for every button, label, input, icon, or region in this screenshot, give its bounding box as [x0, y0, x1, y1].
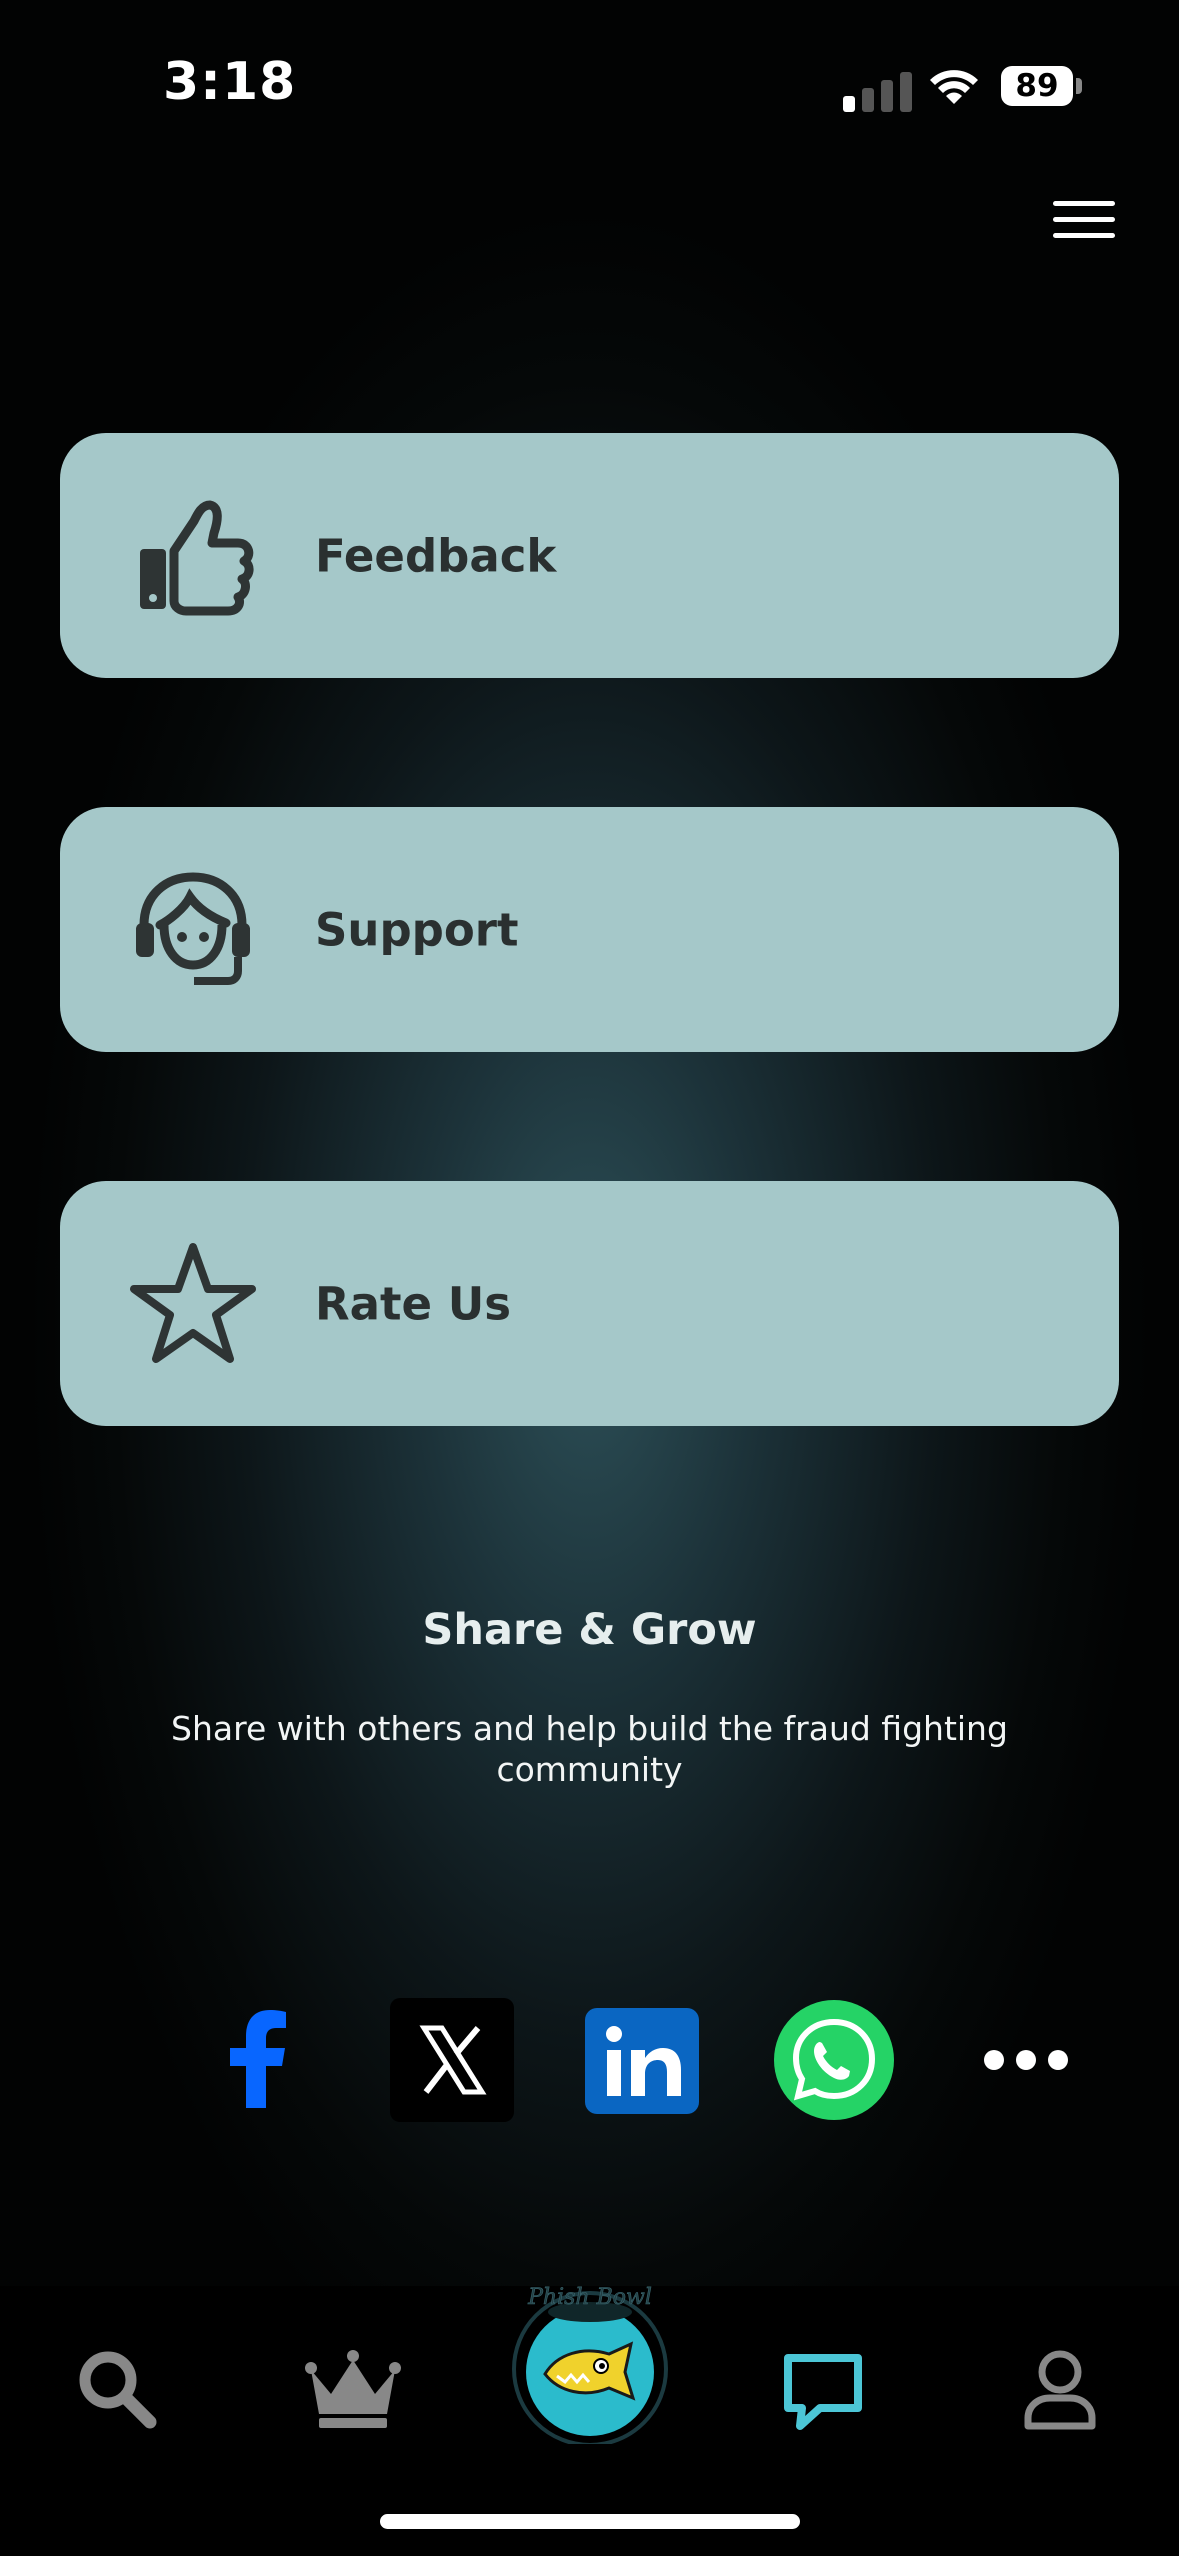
status-icons: 89	[843, 60, 1083, 112]
chat-bubble-icon	[784, 2354, 862, 2430]
nav-search[interactable]	[72, 2344, 162, 2434]
x-share-button[interactable]	[390, 1998, 514, 2122]
linkedin-share-button[interactable]	[583, 1998, 707, 2122]
hamburger-menu-icon[interactable]	[1053, 196, 1119, 244]
app-screen: 3:18 89 Feedback Support Rate Us Share &…	[0, 0, 1179, 2556]
search-icon	[79, 2351, 157, 2429]
feedback-label: Feedback	[315, 529, 557, 582]
crown-icon	[305, 2350, 401, 2428]
x-icon	[390, 1998, 514, 2122]
battery-level: 89	[1001, 66, 1073, 106]
rate-us-label: Rate Us	[315, 1277, 512, 1330]
nav-home-logo[interactable]: Phish Bowl	[505, 2274, 675, 2447]
headset-agent-icon	[136, 871, 250, 985]
nav-chat[interactable]	[778, 2344, 868, 2434]
logo-text: Phish Bowl	[527, 2285, 652, 2310]
support-label: Support	[315, 903, 519, 956]
nav-profile[interactable]	[1016, 2344, 1106, 2434]
whatsapp-icon	[774, 2000, 894, 2120]
support-button[interactable]: Support	[60, 807, 1119, 1052]
feedback-button[interactable]: Feedback	[60, 433, 1119, 678]
star-icon	[130, 1242, 256, 1363]
home-indicator[interactable]	[380, 2514, 800, 2529]
share-subtitle: Share with others and help build the fra…	[171, 1709, 1008, 1789]
facebook-share-button[interactable]	[196, 1998, 320, 2122]
more-share-button[interactable]	[966, 1998, 1090, 2122]
share-title: Share & Grow	[422, 1605, 757, 1655]
facebook-icon	[230, 2010, 286, 2108]
status-time: 3:18	[163, 52, 297, 112]
linkedin-icon	[585, 2008, 699, 2114]
nav-leaderboard[interactable]	[305, 2344, 401, 2434]
profile-icon	[1024, 2350, 1096, 2430]
whatsapp-share-button[interactable]	[772, 1998, 896, 2122]
phish-bowl-logo-icon: Phish Bowl	[512, 2285, 668, 2447]
battery-tip	[1076, 78, 1082, 94]
wifi-icon	[930, 70, 978, 104]
thumbs-up-icon	[140, 500, 254, 615]
more-dots-icon	[984, 2050, 1068, 2070]
rate-us-button[interactable]: Rate Us	[60, 1181, 1119, 1426]
